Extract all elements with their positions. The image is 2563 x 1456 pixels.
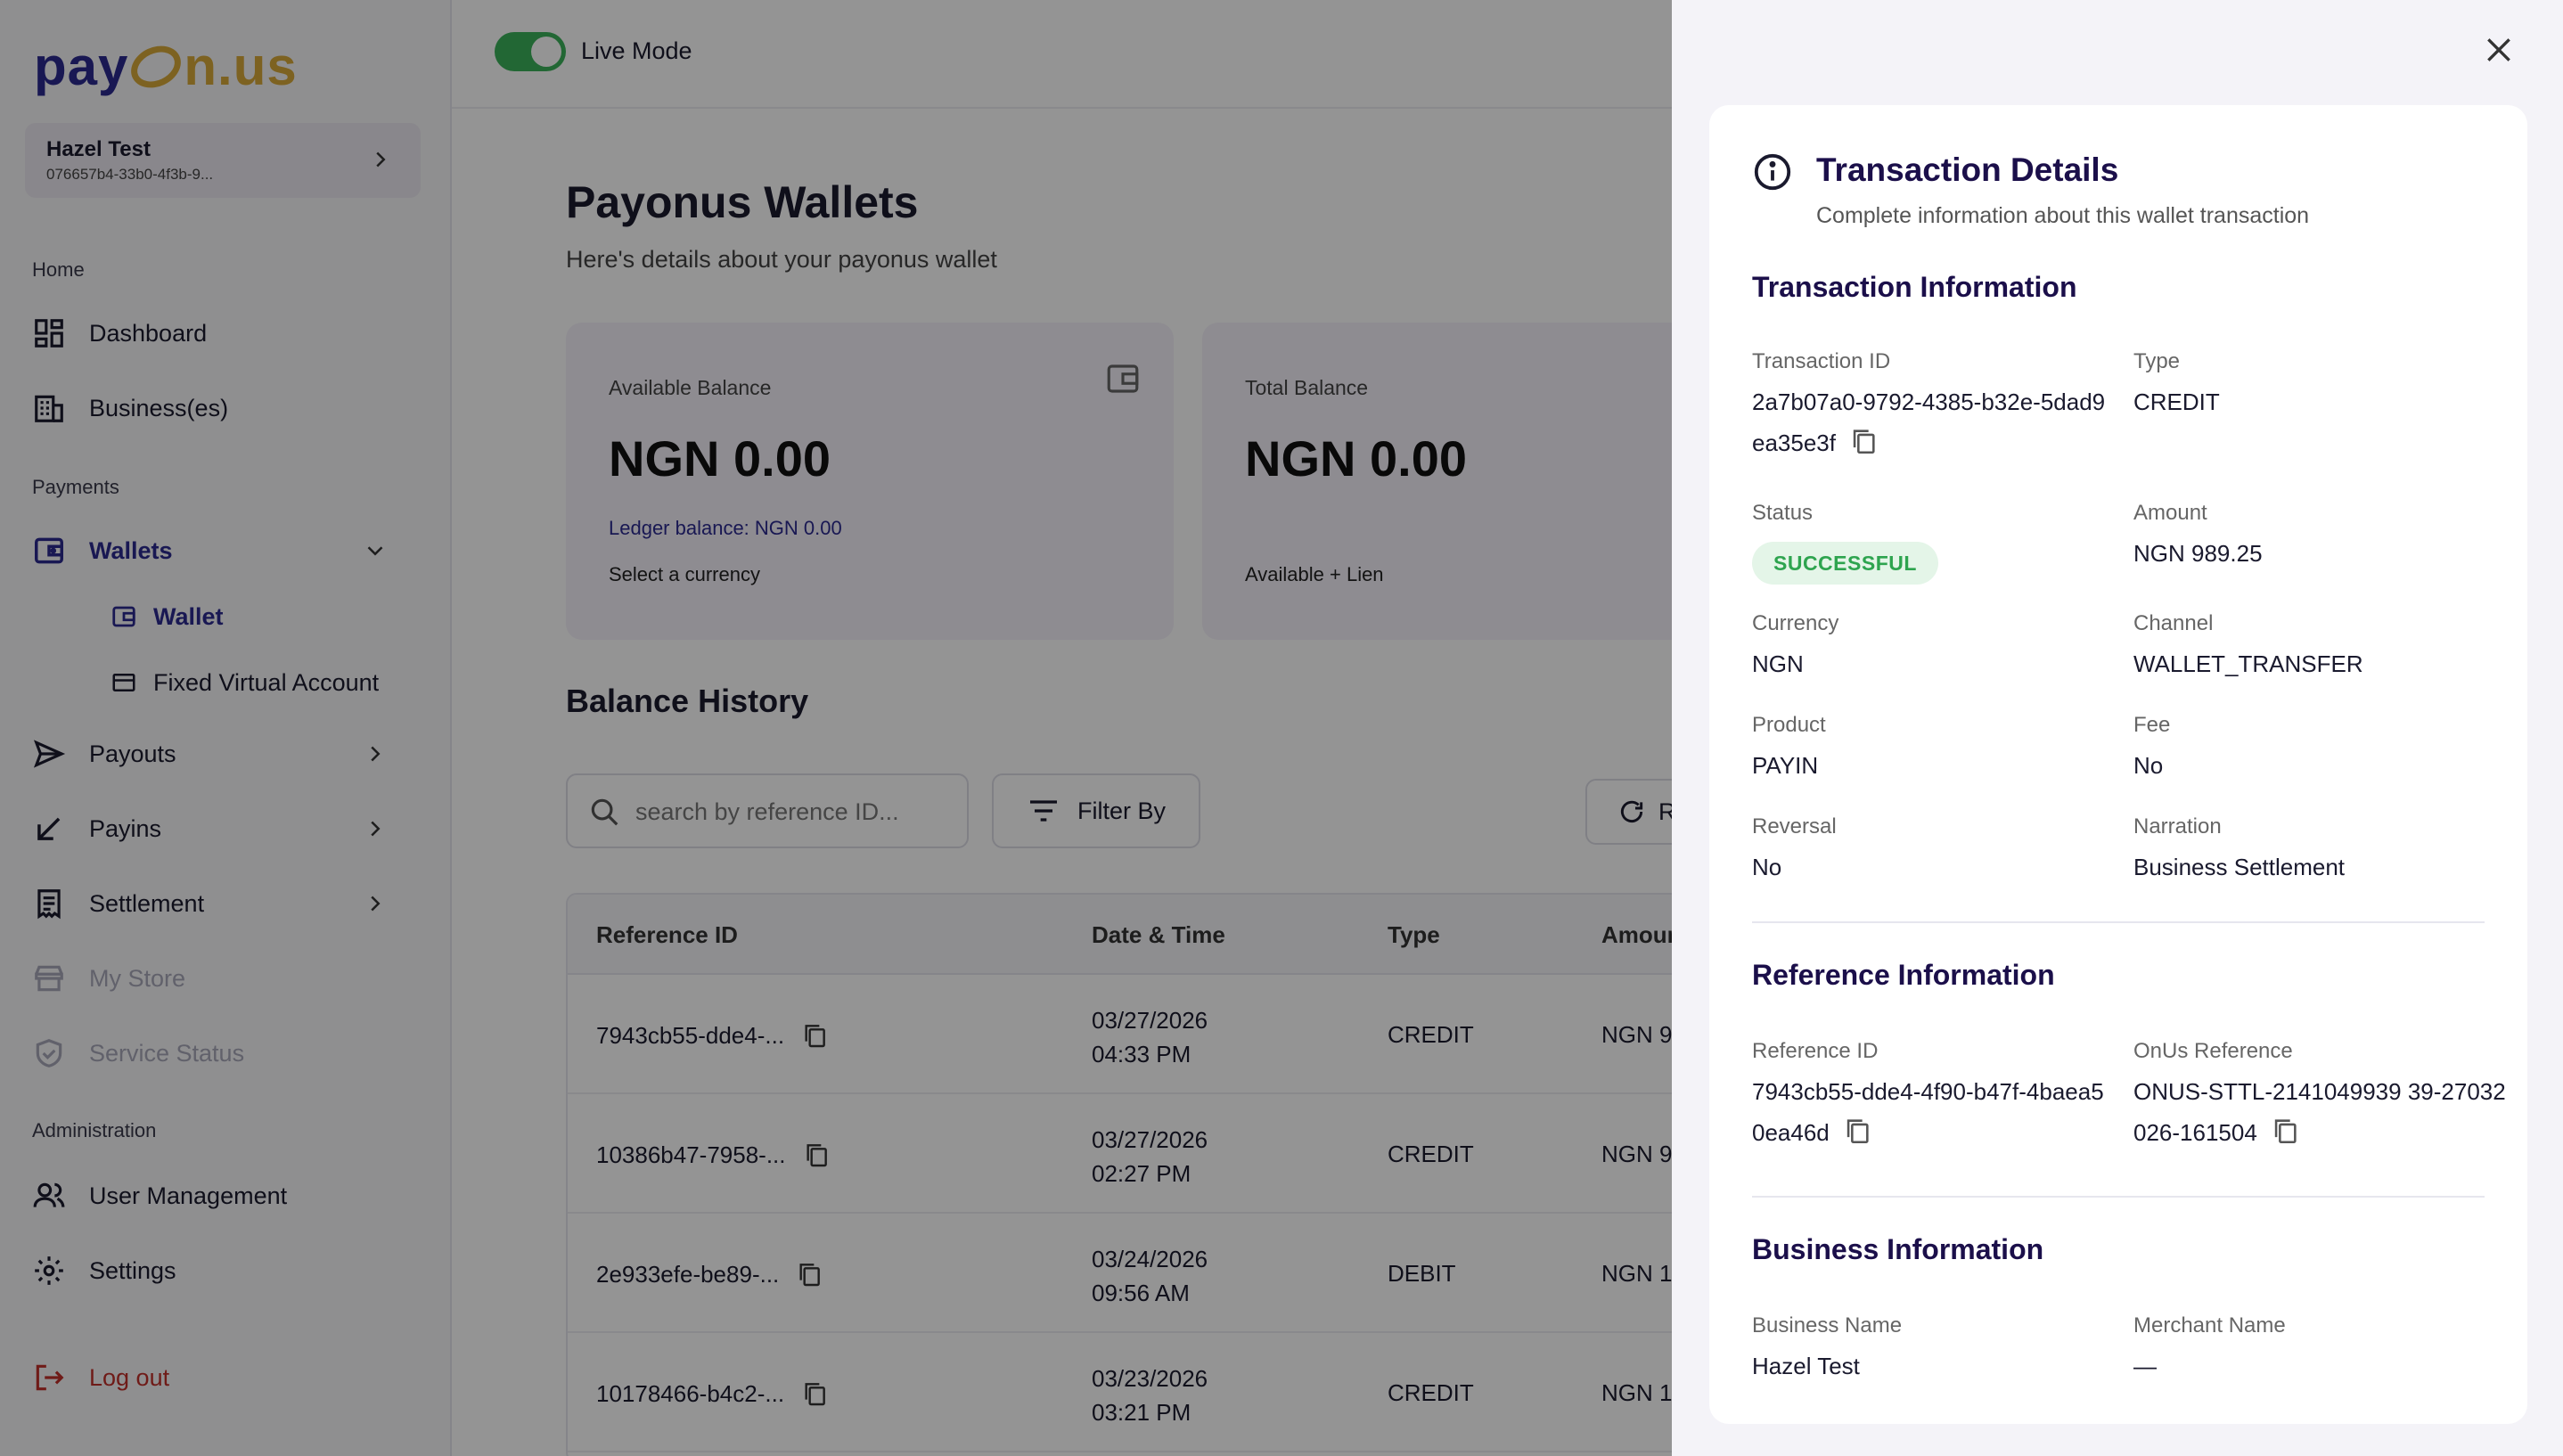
copy-icon[interactable] bbox=[1848, 426, 1879, 456]
transaction-details-drawer: Transaction Details Complete information… bbox=[1672, 0, 2563, 1456]
channel-label: Channel bbox=[2133, 611, 2214, 635]
currency-value: NGN bbox=[1752, 650, 1804, 677]
product-label: Product bbox=[1752, 713, 1826, 737]
info-icon bbox=[1754, 153, 1791, 191]
currency-label: Currency bbox=[1752, 611, 1839, 635]
narration-value: Business Settlement bbox=[2133, 854, 2346, 880]
copy-icon[interactable] bbox=[1842, 1116, 1872, 1146]
amount-label: Amount bbox=[2133, 501, 2207, 525]
reference-id-label: Reference ID bbox=[1752, 1039, 1879, 1063]
business-name-label: Business Name bbox=[1752, 1313, 1903, 1337]
drawer-subtitle: Complete information about this wallet t… bbox=[1816, 203, 2310, 228]
channel-value: WALLET_TRANSFER bbox=[2133, 650, 2363, 677]
drawer-title: Transaction Details bbox=[1816, 151, 2119, 188]
transaction-information-heading: Transaction Information bbox=[1752, 271, 2077, 303]
type-value: CREDIT bbox=[2133, 389, 2220, 415]
amount-value: NGN 989.25 bbox=[2133, 540, 2263, 567]
onus-reference-label: OnUs Reference bbox=[2133, 1039, 2293, 1063]
modal-backdrop[interactable] bbox=[0, 0, 1672, 1456]
divider bbox=[1752, 1196, 2485, 1198]
transaction-id-label: Transaction ID bbox=[1752, 349, 1891, 373]
status-badge: SUCCESSFUL bbox=[1752, 542, 1938, 585]
transaction-id-value: 2a7b07a0-9792-4385-b32e-5dad9ea35e3f bbox=[1752, 389, 2106, 456]
divider bbox=[1752, 921, 2485, 923]
fee-value: No bbox=[2133, 752, 2164, 779]
reference-information-heading: Reference Information bbox=[1752, 959, 2055, 991]
status-label: Status bbox=[1752, 501, 1814, 525]
onus-reference-value: ONUS-STTL-2141049939 39-27032026-161504 bbox=[2133, 1078, 2506, 1146]
business-name-value: Hazel Test bbox=[1752, 1353, 1860, 1379]
copy-icon[interactable] bbox=[2270, 1116, 2300, 1146]
merchant-name-value: — bbox=[2133, 1353, 2157, 1379]
close-icon[interactable] bbox=[2481, 32, 2517, 68]
product-value: PAYIN bbox=[1752, 752, 1819, 779]
transaction-id-field: 2a7b07a0-9792-4385-b32e-5dad9ea35e3f bbox=[1752, 381, 2109, 463]
onus-reference-field: ONUS-STTL-2141049939 39-27032026-161504 bbox=[2133, 1071, 2508, 1153]
details-panel: Transaction Details Complete information… bbox=[1709, 105, 2527, 1424]
reference-id-field: 7943cb55-dde4-4f90-b47f-4baea50ea46d bbox=[1752, 1071, 2109, 1153]
narration-label: Narration bbox=[2133, 814, 2222, 838]
reversal-value: No bbox=[1752, 854, 1782, 880]
merchant-name-label: Merchant Name bbox=[2133, 1313, 2286, 1337]
business-information-heading: Business Information bbox=[1752, 1233, 2044, 1265]
fee-label: Fee bbox=[2133, 713, 2171, 737]
type-label: Type bbox=[2133, 349, 2181, 373]
reference-id-value: 7943cb55-dde4-4f90-b47f-4baea50ea46d bbox=[1752, 1078, 2104, 1146]
reversal-label: Reversal bbox=[1752, 814, 1837, 838]
